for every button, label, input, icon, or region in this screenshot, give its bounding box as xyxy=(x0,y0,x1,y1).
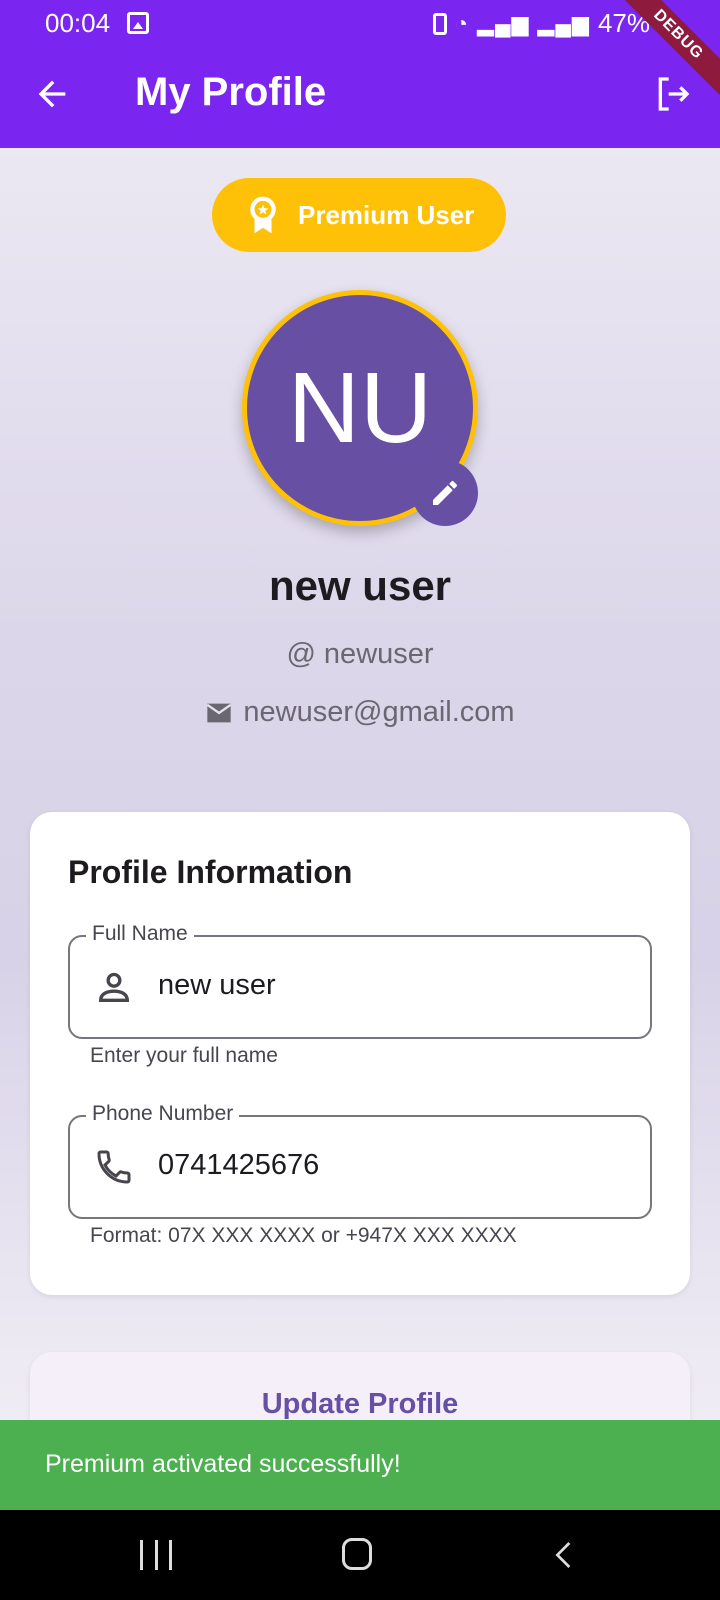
edit-avatar-button[interactable] xyxy=(412,460,478,526)
person-icon xyxy=(98,972,130,1002)
user-full-name: new user xyxy=(268,562,452,609)
premium-badge: Premium User xyxy=(212,178,506,252)
full-name-input[interactable] xyxy=(158,969,628,1002)
back-icon[interactable] xyxy=(548,1538,580,1572)
status-time: 00:04 xyxy=(45,8,111,38)
recent-apps-icon[interactable] xyxy=(140,1540,172,1570)
email-row: newuser@gmail.com xyxy=(0,696,720,729)
phone-icon xyxy=(97,1150,131,1184)
mail-icon xyxy=(207,703,232,722)
user-email: newuser@gmail.com xyxy=(243,696,515,728)
card-title: Profile Information xyxy=(68,854,353,890)
phone-number-label: Phone Number xyxy=(86,1102,240,1126)
phone-number-helper: Format: 07X XXX XXXX or +947X XXX XXXX xyxy=(90,1224,517,1247)
phone-number-field[interactable]: Phone Number xyxy=(68,1102,652,1219)
pencil-icon xyxy=(433,480,458,505)
home-icon[interactable] xyxy=(342,1538,372,1570)
app-bar: 00:04 ◔ ▂▄▆ ▂▄▆ 47% DEBUG My Profile xyxy=(0,0,720,148)
cell-signal-2-icon: ▂▄▆ xyxy=(537,10,590,36)
profile-information-card: Profile Information Full Name Enter your… xyxy=(30,812,690,1295)
snackbar: Premium activated successfully! xyxy=(0,1420,720,1510)
full-name-helper: Enter your full name xyxy=(90,1044,278,1067)
image-notification-icon xyxy=(127,12,149,34)
arrow-back-icon[interactable] xyxy=(32,74,72,114)
cell-signal-icon: ▂▄▆ xyxy=(477,10,530,36)
battery-saver-icon xyxy=(432,12,447,35)
system-navigation-bar xyxy=(0,1510,720,1600)
full-name-label: Full Name xyxy=(86,922,194,946)
full-name-field[interactable]: Full Name xyxy=(68,922,652,1039)
avatar-container: NU xyxy=(242,290,478,526)
page-title: My Profile xyxy=(135,70,327,114)
status-bar: 00:04 ◔ ▂▄▆ ▂▄▆ 47% xyxy=(0,8,720,40)
phone-number-input[interactable] xyxy=(158,1149,628,1182)
status-right-icons: ◔ ▂▄▆ ▂▄▆ 47% xyxy=(432,8,650,39)
user-handle: @ newuser xyxy=(286,638,434,670)
profile-screen: 00:04 ◔ ▂▄▆ ▂▄▆ 47% DEBUG My Profile Pre… xyxy=(0,0,720,1600)
badge-label: Premium User xyxy=(298,199,475,230)
award-icon xyxy=(250,196,276,234)
logout-icon[interactable] xyxy=(650,74,694,114)
wifi-signal-icon: ◔ xyxy=(454,10,470,36)
